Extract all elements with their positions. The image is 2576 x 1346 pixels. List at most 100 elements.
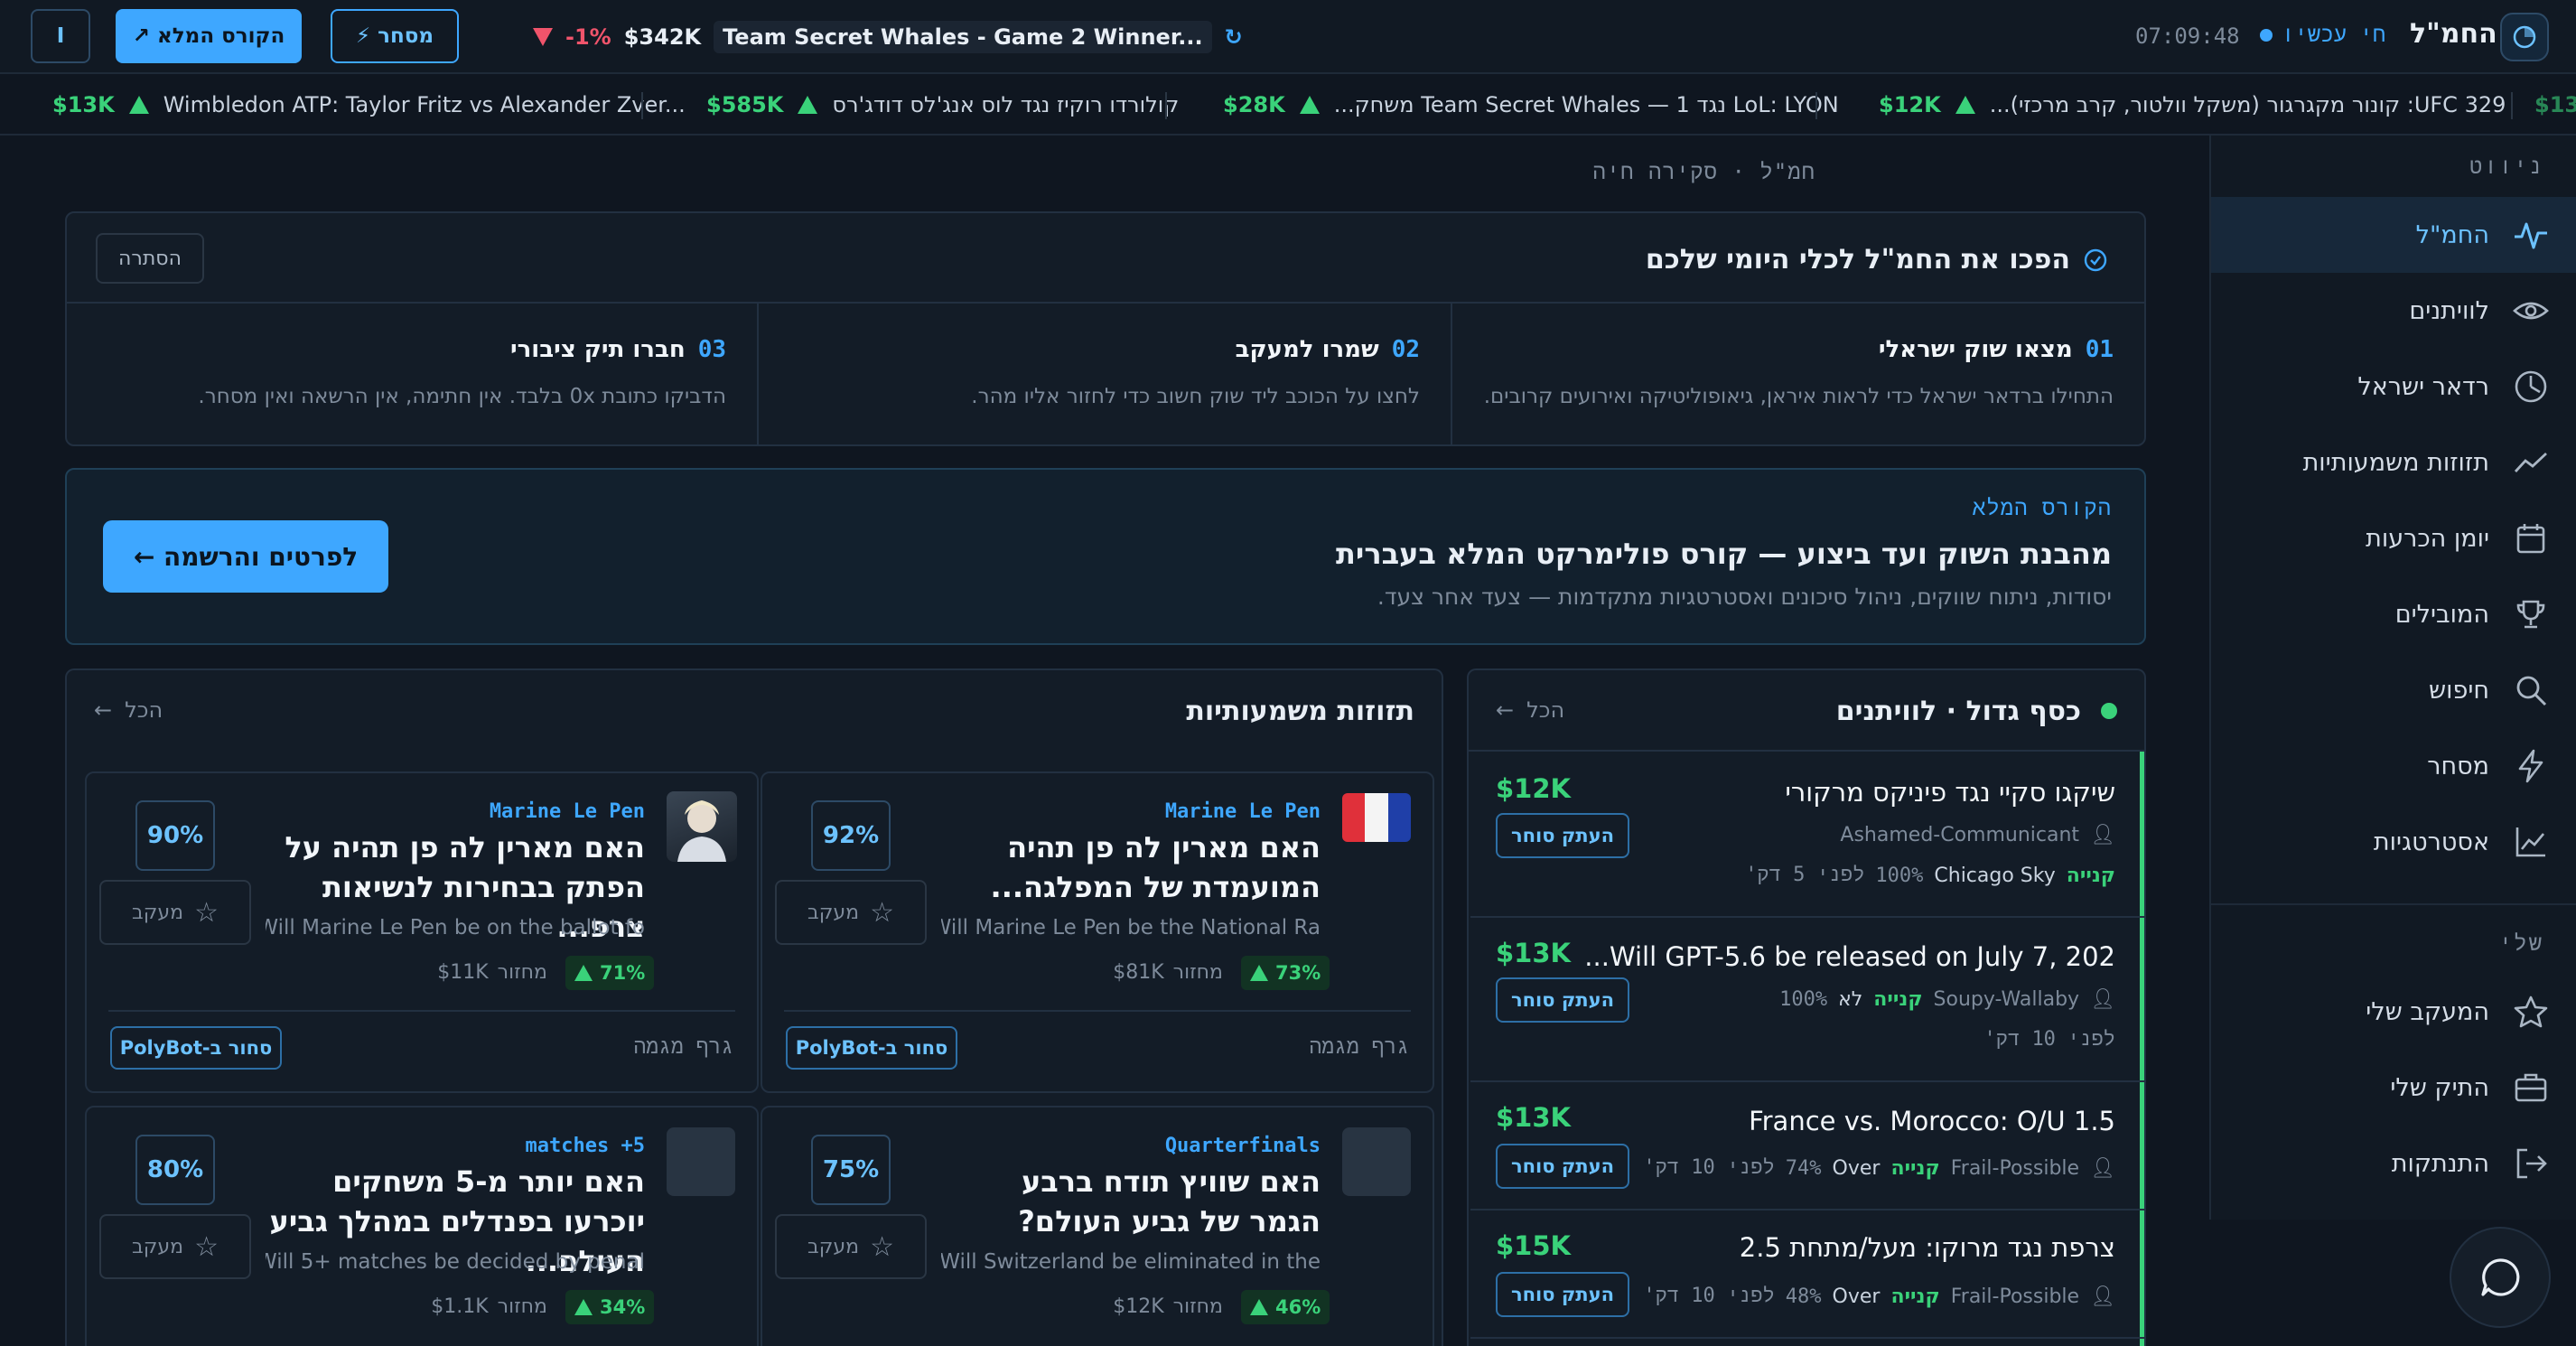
market-title: האם מארין לה פן תהיה המועמדת של המפלגה..…: [990, 830, 1321, 904]
onboarding-panel: הפכו את החמ"ל לכלי היומי שלכם הסתרה 01 מצ…: [65, 211, 2146, 446]
sidebar-item-whales[interactable]: לוויתנים: [2211, 273, 2576, 349]
live-dot-icon: [2101, 703, 2117, 719]
onboarding-title: הפכו את החמ"ל לכלי היומי שלכם: [1645, 244, 2070, 276]
copy-trader-button[interactable]: העתק סוחר: [1496, 1272, 1629, 1317]
sidebar-item-my-watchlist[interactable]: המעקב שלי: [2211, 974, 2576, 1050]
sidebar-item-search[interactable]: חיפוש: [2211, 652, 2576, 728]
check-circle-icon: [2084, 248, 2107, 272]
highlight-change: -1%: [565, 24, 611, 50]
market-card[interactable]: 5+ matches האם יותר מ-5 משחקים יוכרעו בפ…: [85, 1106, 759, 1346]
highlight-market[interactable]: -1% $342K Team Secret Whales - Game 2 Wi…: [533, 20, 1243, 54]
whale-price: 74%: [1785, 1156, 1822, 1180]
whale-row[interactable]: שיקגו סקיי נגד פיניקס מרקורי 👤︎ Ashamed-C…: [1470, 753, 2144, 918]
whale-row[interactable]: France vs. Morocco: O/U 1.5 👤︎ Frail-Poss…: [1470, 1082, 2144, 1210]
sidebar-mine-heading: שלי: [2498, 930, 2543, 956]
sidebar-item-label: תזוזות משמעותיות: [2302, 448, 2489, 477]
onboarding-header: הפכו את החמ"ל לכלי היומי שלכם הסתרה: [67, 213, 2144, 304]
step-number: 03: [697, 336, 726, 363]
up-triangle-icon: [574, 1299, 593, 1315]
whale-row[interactable]: Will GPT-5.6 be released on July 7, 202.…: [1470, 918, 2144, 1082]
arrow-left-icon: ←: [1496, 697, 1515, 723]
step-description: לחצו על הכוכב ליד שוק חשוב כדי לחזור אלי…: [971, 385, 1420, 408]
avatar-button[interactable]: I: [31, 9, 90, 63]
ticker-item[interactable]: $28K LoL: LYON נגד Team Secret Whales — …: [1223, 74, 1839, 134]
market-volume: מחזור $11K: [437, 961, 547, 984]
track-button[interactable]: ☆ מעקב: [775, 1214, 927, 1279]
whale-price: 48%: [1785, 1285, 1822, 1308]
probability-box: 75%: [811, 1135, 891, 1205]
refresh-icon[interactable]: ↻: [1225, 24, 1243, 50]
search-icon: [2516, 676, 2547, 706]
change-badge: 34%: [565, 1290, 655, 1324]
star-icon: ☆: [870, 1230, 894, 1263]
ticker-name: UFC 329: קונור מקגרגור (משקל וולטור, קרב…: [1989, 92, 2506, 117]
sidebar-item-label: התיק שלי: [2390, 1073, 2489, 1102]
ticker-item[interactable]: $585K קולורדו רוקיז נגד לוס אנג'לס דודג'…: [706, 74, 1179, 134]
ticker-item[interactable]: $12K UFC 329: קונור מקגרגור (משקל וולטור…: [1879, 74, 2506, 134]
whale-outcome: Chicago Sky: [1934, 864, 2056, 887]
user-icon: 👤︎: [2090, 1156, 2115, 1180]
sidebar-item-logout[interactable]: התנתקות: [2211, 1126, 2576, 1201]
chat-button[interactable]: [2450, 1227, 2551, 1328]
hide-button[interactable]: הסתרה: [96, 233, 204, 284]
moves-all-link[interactable]: ← הכל: [94, 697, 163, 723]
sidebar-item-my-portfolio[interactable]: התיק שלי: [2211, 1050, 2576, 1126]
market-card[interactable]: Marine Le Pen האם מארין לה פן תהיה המועמ…: [761, 771, 1434, 1093]
user-icon: 👤︎: [2090, 1285, 2115, 1308]
trend-icon: [2514, 452, 2547, 472]
course-cta-button[interactable]: לפרטים והרשמה ←: [103, 520, 388, 593]
whale-trader: Soupy-Wallaby: [1933, 988, 2080, 1011]
moves-title: תזוזות משמעותיות: [1186, 696, 1414, 727]
brand-logo-icon[interactable]: [2500, 13, 2549, 61]
copy-trader-button[interactable]: העתק סוחר: [1496, 1144, 1629, 1189]
track-button[interactable]: ☆ מעקב: [775, 880, 927, 945]
whale-row[interactable]: צרפת נגד מרוקו: מעל/מתחת 2.5 👤︎ Frail-Pos…: [1470, 1210, 2144, 1339]
highlight-title: Team Secret Whales - Game 2 Winner...: [714, 21, 1212, 53]
star-icon: [2514, 995, 2548, 1028]
sidebar-item-strategies[interactable]: אסטרטגיות: [2211, 804, 2576, 880]
track-button[interactable]: ☆ מעקב: [99, 1214, 251, 1279]
market-volume: מחזור $12K: [1113, 1295, 1223, 1318]
whale-time: לפני 10 דק': [1643, 1285, 1775, 1307]
trend-chart-link[interactable]: גרף מגמה: [634, 1035, 733, 1060]
trade-button[interactable]: ⚡ מסחר: [331, 9, 459, 63]
external-arrow-icon: ↗: [132, 24, 151, 48]
ticker-item[interactable]: $13K Wimbledon ATP: Taylor Fritz vs Alex…: [52, 74, 686, 134]
pulse-icon: [2515, 222, 2547, 249]
probability-box: 92%: [811, 800, 891, 871]
step-title: שמרו למעקב: [1235, 336, 1379, 363]
sidebar-item-label: אסטרטגיות: [2373, 827, 2489, 856]
sidebar-item-dashboard[interactable]: החמ"ל: [2211, 197, 2576, 273]
market-card[interactable]: Quarterfinals האם שוויץ תודח ברבע הגמר ש…: [761, 1106, 1434, 1346]
whale-time: לפני 10 דק': [1983, 1028, 2115, 1051]
trend-chart-link[interactable]: גרף מגמה: [1310, 1035, 1409, 1060]
polybot-button[interactable]: סחור ב-PolyBot: [786, 1026, 957, 1070]
sidebar-item-label: התנתקות: [2391, 1149, 2489, 1178]
step-description: הדביקו כתובת 0x בלבד. אין חתימה, אין הרש…: [198, 385, 726, 408]
whales-all-link[interactable]: ← הכל: [1496, 697, 1564, 723]
copy-trader-button[interactable]: העתק סוחר: [1496, 977, 1629, 1023]
copy-trader-button[interactable]: העתק סוחר: [1496, 813, 1629, 858]
track-button[interactable]: ☆ מעקב: [99, 880, 251, 945]
sidebar-item-leaders[interactable]: המובילים: [2211, 576, 2576, 652]
whale-price: 100%: [1779, 988, 1828, 1011]
polybot-button[interactable]: סחור ב-PolyBot: [110, 1026, 282, 1070]
sidebar-item-israel-radar[interactable]: רדאר ישראל: [2211, 349, 2576, 425]
radar-icon: [2515, 370, 2547, 403]
sidebar-item-label: המובילים: [2394, 600, 2489, 629]
ticker-item[interactable]: $13: [2534, 74, 2576, 134]
change-badge: 46%: [1241, 1290, 1330, 1324]
whale-time: לפני 10 דק': [1643, 1156, 1775, 1179]
whale-side: קנייה: [1890, 1285, 1940, 1308]
course-button[interactable]: ↗ הקורס המלא: [116, 9, 302, 63]
market-card[interactable]: Marine Le Pen האם מארין לה פן תהיה על הפ…: [85, 771, 759, 1093]
brand-title: החמ"ל: [2410, 18, 2497, 50]
onboarding-step: 02 שמרו למעקב לחצו על הכוכב ליד שוק חשוב …: [757, 304, 1451, 444]
market-category: 5+ matches: [525, 1135, 645, 1157]
sidebar-item-resolutions[interactable]: יומן הכרעות: [2211, 500, 2576, 576]
sidebar-item-trade[interactable]: מסחר: [2211, 728, 2576, 804]
whale-price: 100%: [1875, 864, 1924, 887]
whale-amount: $13K: [1496, 1102, 1572, 1133]
sidebar-item-moves[interactable]: תזוזות משמעותיות: [2211, 425, 2576, 500]
trophy-icon: [2516, 600, 2545, 629]
